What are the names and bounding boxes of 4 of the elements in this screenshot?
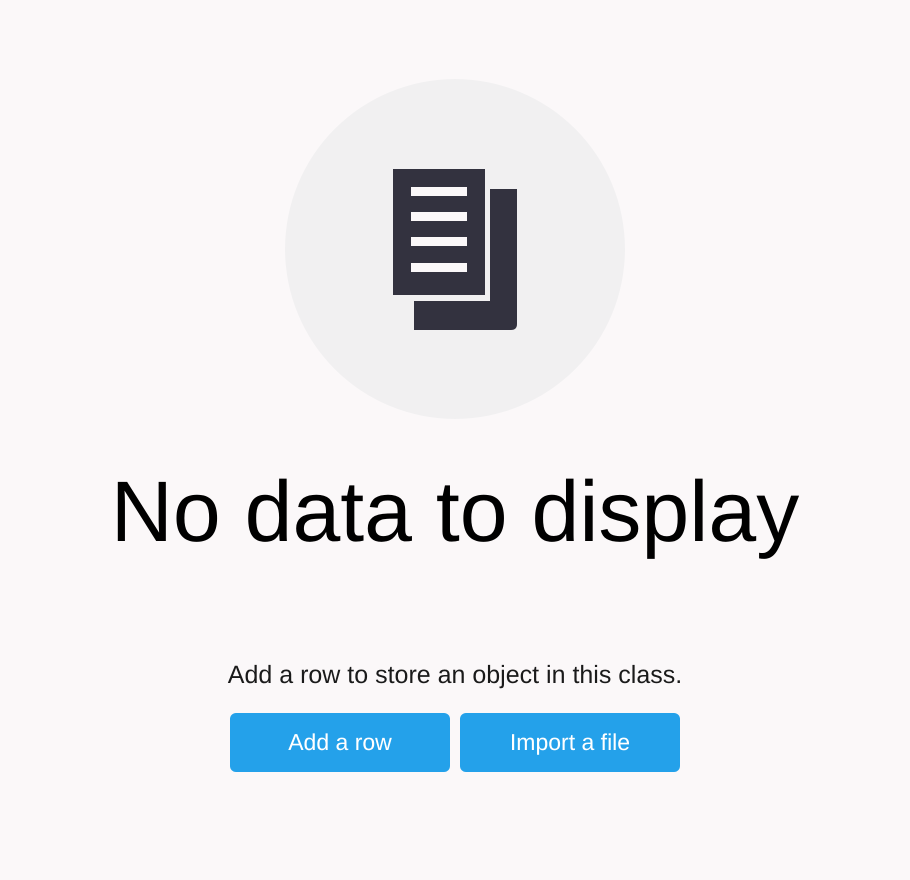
action-button[interactable]: Import a file — [460, 712, 680, 772]
documents-icon — [393, 168, 517, 330]
empty-state-message: Add a row to store an object in this class. — [228, 660, 682, 691]
action-button[interactable]: Add a row — [230, 712, 450, 772]
